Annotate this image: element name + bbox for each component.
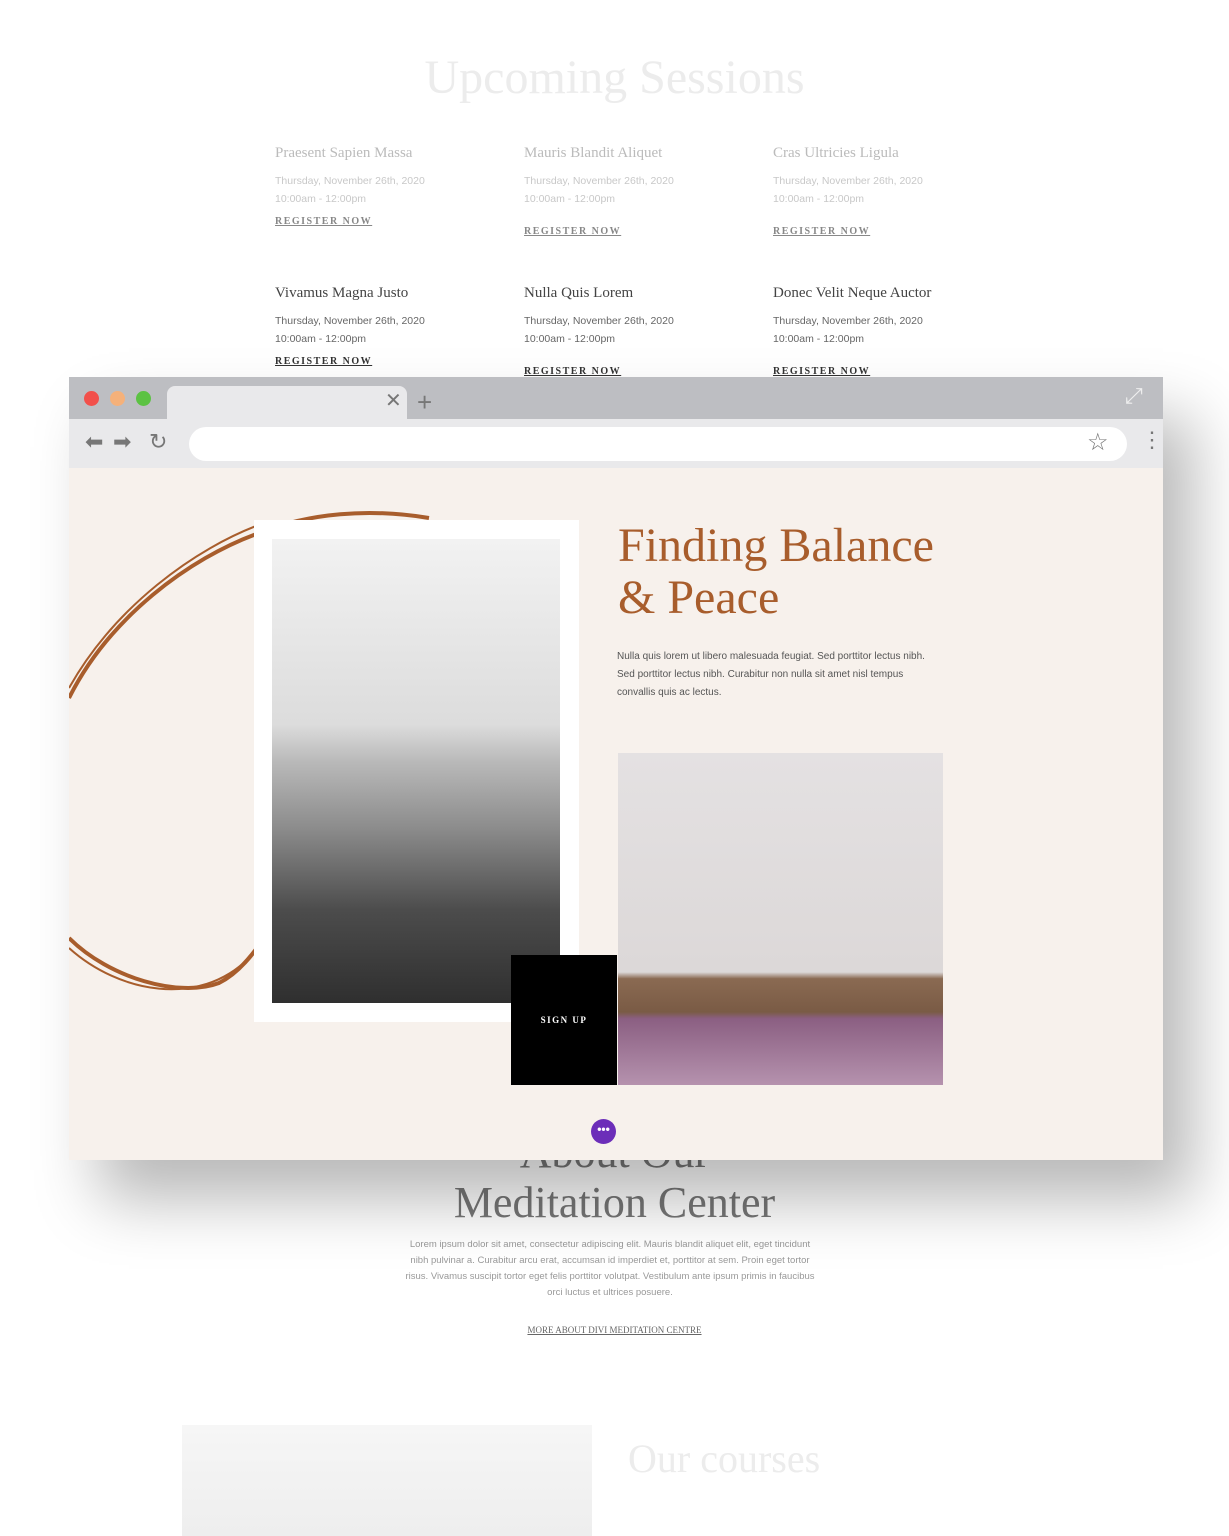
course-image — [182, 1425, 592, 1536]
page-content: SIGN UP Finding Balance & Peace Nulla qui… — [69, 468, 1163, 1160]
sign-up-button[interactable]: SIGN UP — [511, 955, 617, 1085]
address-row: ⬅ ➡ ↻ ☆ ⋮ — [69, 419, 1163, 468]
session-date: Thursday, November 26th, 2020 — [773, 315, 923, 327]
session-card: Mauris Blandit Aliquet Thursday, November… — [524, 145, 764, 239]
woman-meditating-on-rock-photo — [272, 539, 560, 1003]
minimize-dot[interactable] — [110, 391, 125, 406]
session-name: Donec Velit Neque Auctor — [773, 285, 932, 301]
session-time: 10:00am - 12:00pm — [773, 333, 865, 345]
session-date: Thursday, November 26th, 2020 — [275, 175, 425, 187]
register-now-link[interactable]: REGISTER NOW — [275, 356, 372, 367]
tab-bar: ✕ + ⤢ — [69, 377, 1163, 420]
browser-tab[interactable]: ✕ — [167, 386, 407, 420]
session-time: 10:00am - 12:00pm — [773, 193, 865, 205]
star-icon[interactable]: ☆ — [1087, 431, 1109, 455]
reload-icon[interactable]: ↻ — [149, 431, 167, 453]
courses-title: Our courses — [628, 1436, 821, 1481]
forward-icon[interactable]: ➡ — [113, 431, 131, 453]
hero-title-line1: Finding Balance — [618, 519, 934, 572]
session-card: Nulla Quis Lorem Thursday, November 26th,… — [524, 285, 764, 379]
session-card: Donec Velit Neque Auctor Thursday, Novemb… — [773, 285, 1013, 379]
hero-title-line2: & Peace — [618, 571, 780, 624]
hero-text: Nulla quis lorem ut libero malesuada feu… — [617, 651, 925, 698]
session-time: 10:00am - 12:00pm — [524, 193, 616, 205]
about-title-line2: Meditation Center — [453, 1178, 776, 1227]
hero-title: Finding Balance & Peace — [618, 520, 934, 624]
session-card: Praesent Sapien Massa Thursday, November … — [275, 145, 515, 229]
expand-icon[interactable]: ⤢ — [1125, 385, 1143, 407]
register-now-link[interactable]: REGISTER NOW — [524, 366, 621, 377]
session-name: Vivamus Magna Justo — [275, 285, 409, 301]
register-now-link[interactable]: REGISTER NOW — [524, 226, 621, 237]
session-card: Cras Ultricies Ligula Thursday, November … — [773, 145, 1013, 239]
register-now-link[interactable]: REGISTER NOW — [773, 366, 870, 377]
session-date: Thursday, November 26th, 2020 — [524, 175, 674, 187]
session-date: Thursday, November 26th, 2020 — [773, 175, 923, 187]
register-now-link[interactable]: REGISTER NOW — [275, 216, 372, 227]
woman-yoga-pose-photo — [618, 753, 943, 1085]
session-date: Thursday, November 26th, 2020 — [275, 315, 425, 327]
session-time: 10:00am - 12:00pm — [275, 193, 367, 205]
session-card: Vivamus Magna Justo Thursday, November 26… — [275, 285, 515, 369]
session-name: Nulla Quis Lorem — [524, 285, 634, 301]
back-icon[interactable]: ⬅ — [85, 431, 103, 453]
session-name: Cras Ultricies Ligula — [773, 145, 899, 161]
menu-icon[interactable]: ⋮ — [1141, 429, 1163, 451]
tab-close-icon[interactable]: ✕ — [385, 391, 402, 411]
about-text: Lorem ipsum dolor sit amet, consectetur … — [405, 1239, 815, 1298]
session-time: 10:00am - 12:00pm — [524, 333, 616, 345]
close-dot[interactable] — [84, 391, 99, 406]
upcoming-sessions-title: Upcoming Sessions — [424, 51, 805, 104]
session-time: 10:00am - 12:00pm — [275, 333, 367, 345]
new-tab-icon[interactable]: + — [417, 389, 432, 415]
session-name: Praesent Sapien Massa — [275, 145, 413, 161]
maximize-dot[interactable] — [136, 391, 151, 406]
browser-window: ✕ + ⤢ ⬅ ➡ ↻ ☆ ⋮ SIGN UP Finding Balance &… — [69, 377, 1163, 1160]
more-options-button[interactable]: ••• — [591, 1119, 616, 1144]
session-name: Mauris Blandit Aliquet — [524, 145, 663, 161]
session-date: Thursday, November 26th, 2020 — [524, 315, 674, 327]
more-about-link[interactable]: MORE ABOUT DIVI MEDITATION CENTRE — [0, 1325, 1229, 1335]
photo-frame — [254, 520, 579, 1022]
register-now-link[interactable]: REGISTER NOW — [773, 226, 870, 237]
url-bar[interactable] — [189, 427, 1127, 461]
